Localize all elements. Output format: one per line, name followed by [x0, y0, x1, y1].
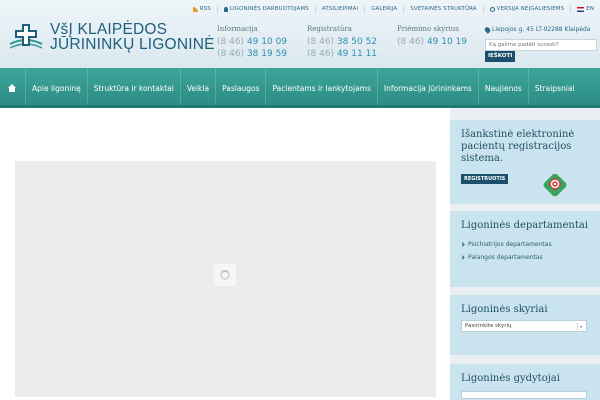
chevron-right-icon: [460, 255, 465, 260]
flag-icon: [577, 6, 585, 12]
top-link-english[interactable]: EN: [570, 5, 600, 13]
nav-item-patients[interactable]: Pacientams ir lankytojams: [265, 68, 376, 108]
registration-widget: Išankstinė elektroninė pacientų registra…: [450, 120, 600, 204]
top-link-gallery[interactable]: GALERIJA: [364, 5, 403, 13]
rss-icon: [192, 6, 198, 12]
widget-title: Ligoninės departamentai: [461, 220, 589, 231]
nav-item-seafarers[interactable]: Informacija jūrininkams: [376, 68, 478, 108]
loading-spinner-icon: [214, 264, 236, 286]
top-link-staff[interactable]: LIGONINĖS DARBUOTOJAMS: [216, 5, 315, 13]
site-logo[interactable]: VšĮ KLAIPĖDOS JŪRININKŲ LIGONINĖ: [8, 22, 215, 52]
phone-number[interactable]: (8 46) 49 11 11: [307, 48, 377, 60]
nav-item-activity[interactable]: Veikla: [179, 68, 215, 108]
top-link-accessibility[interactable]: VERSIJA NEĮGALIESIEMS: [482, 5, 571, 13]
user-icon: [223, 6, 228, 12]
contact-info: Informacija (8 46) 49 10 09 (8 46) 38 19…: [217, 25, 288, 60]
top-links-bar: RSS LIGONINĖS DARBUOTOJAMS ATSILIEPIMAI …: [187, 2, 600, 16]
top-link-sitemap[interactable]: SVETAINĖS STRUKTŪRA: [403, 5, 482, 13]
main-nav: Apie ligoninę Struktūra ir kontaktai Vei…: [0, 68, 600, 108]
phone-number[interactable]: (8 46) 38 19 59: [217, 48, 287, 60]
media-slider[interactable]: [15, 161, 436, 397]
nav-home[interactable]: [0, 68, 25, 108]
doctors-widget: Ligoninės gydytojai: [450, 364, 600, 400]
top-link-feedback[interactable]: ATSILIEPIMAI: [314, 5, 364, 13]
departments-list: Psichiatrijos departamentas Palangos dep…: [460, 238, 590, 264]
hospital-cross-icon: [9, 24, 43, 49]
main-content: [0, 108, 450, 400]
nav-item-structure[interactable]: Struktūra ir kontaktai: [86, 68, 180, 108]
units-widget: Ligoninės skyriai Pasirinkite skyrių: [450, 295, 600, 355]
list-item[interactable]: Psichiatrijos departamentas: [460, 238, 590, 251]
phone-number[interactable]: (8 46) 38 50 52: [307, 36, 377, 48]
e-registration-icon: [543, 174, 567, 196]
departments-widget: Ligoninės departamentai Psichiatrijos de…: [450, 211, 600, 287]
home-icon: [8, 84, 16, 92]
search-input[interactable]: [485, 39, 597, 51]
nav-item-news[interactable]: Naujienos: [477, 68, 528, 108]
nav-item-articles[interactable]: Straipsniai: [527, 68, 581, 108]
contact-admission: Priėmimo skyrius (8 46) 49 10 19: [397, 25, 468, 48]
unit-select[interactable]: Pasirinkite skyrių: [461, 320, 587, 332]
chevron-down-icon: [577, 323, 584, 330]
register-button[interactable]: REGISTRUOTIS: [461, 174, 509, 184]
nav-item-services[interactable]: Paslaugos: [215, 68, 265, 108]
search-button[interactable]: IEŠKOTI: [485, 51, 516, 62]
address: Liepojos g. 45 LT-92288 Klaipėda: [483, 25, 590, 34]
widget-title: Ligoninės gydytojai: [461, 373, 560, 384]
nav-item-about[interactable]: Apie ligoninę: [25, 68, 87, 108]
chevron-right-icon: [460, 242, 465, 247]
phone-number[interactable]: (8 46) 49 10 19: [397, 36, 467, 48]
widget-title: Ligoninės skyriai: [461, 304, 548, 315]
accessibility-icon: [489, 6, 495, 12]
top-link-rss[interactable]: RSS: [187, 5, 217, 13]
logo-text: VšĮ KLAIPĖDOS JŪRININKŲ LIGONINĖ: [50, 21, 215, 53]
widget-title: Išankstinė elektroninė pacientų registra…: [461, 129, 575, 164]
doctor-select[interactable]: [461, 391, 587, 399]
site-header: RSS LIGONINĖS DARBUOTOJAMS ATSILIEPIMAI …: [0, 0, 600, 68]
map-pin-icon: [483, 25, 492, 34]
contact-registration: Registratūra (8 46) 38 50 52 (8 46) 49 1…: [307, 25, 378, 60]
list-item[interactable]: Palangos departamentas: [460, 251, 590, 264]
sidebar: Išankstinė elektroninė pacientų registra…: [450, 108, 600, 400]
phone-number[interactable]: (8 46) 49 10 09: [217, 36, 287, 48]
